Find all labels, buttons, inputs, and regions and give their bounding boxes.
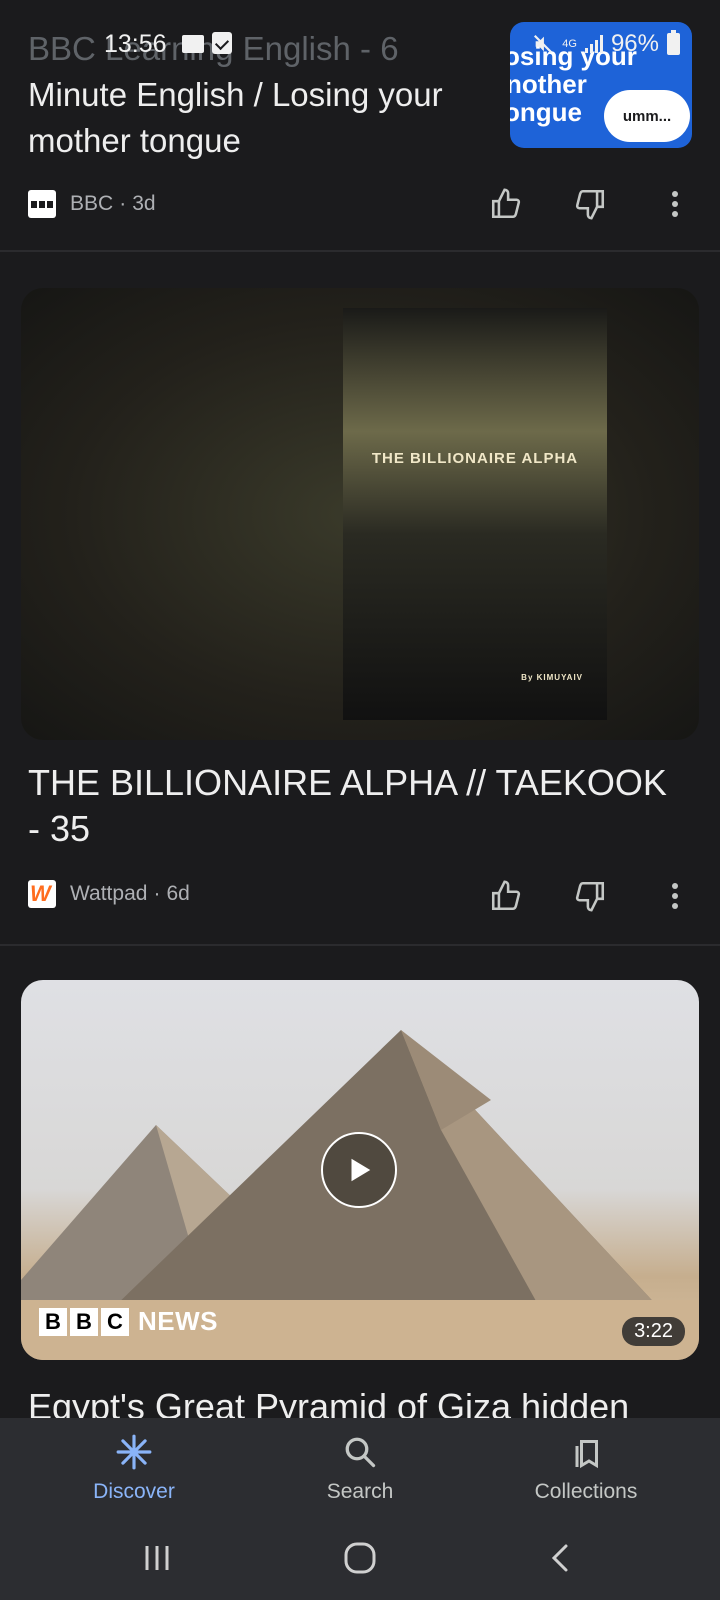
discover-icon: [116, 1434, 152, 1470]
back-icon: [551, 1544, 568, 1572]
nav-discover[interactable]: Discover: [54, 1432, 214, 1504]
dislike-button[interactable]: [570, 184, 610, 224]
article-title-text: Minute English / Losing your mother tong…: [28, 76, 443, 159]
status-system-icons: 4G 96%: [532, 30, 680, 58]
status-time: 13:56: [104, 30, 167, 58]
status-notification-icons: [182, 32, 232, 54]
home-button[interactable]: [338, 1538, 382, 1578]
like-button[interactable]: [486, 876, 526, 916]
thumbs-down-icon: [575, 189, 605, 220]
nav-label: Discover: [93, 1480, 175, 1503]
bbc-news-logo: B B C NEWS: [39, 1306, 218, 1337]
search-icon: [345, 1437, 376, 1468]
nav-label: Search: [326, 1480, 394, 1503]
nav-collections[interactable]: Collections: [506, 1432, 666, 1504]
source-name: Wattpad: [70, 882, 148, 905]
recent-apps-icon: [145, 1546, 169, 1570]
wattpad-logo-icon: [28, 880, 56, 908]
divider: [0, 944, 720, 946]
bottom-navigation: Discover Search Collections: [0, 1418, 720, 1518]
source-name: BBC: [70, 192, 114, 215]
mute-icon: [534, 34, 553, 54]
nav-search[interactable]: Search: [280, 1432, 440, 1504]
article-meta: BBC · 3d: [28, 190, 156, 218]
thumbnail-text: ongue: [510, 97, 582, 127]
more-vert-icon: [672, 191, 678, 217]
more-options-button[interactable]: [655, 876, 695, 916]
thumbs-up-icon: [491, 188, 521, 219]
play-icon: [351, 1158, 371, 1182]
bbc-logo-news: NEWS: [138, 1306, 218, 1336]
folder-icon: [182, 35, 204, 53]
back-button[interactable]: [538, 1538, 582, 1578]
article-age: 6d: [166, 882, 190, 905]
signal-icon: [584, 35, 603, 53]
article-title[interactable]: BBC Learning English - 6 Minute English …: [28, 26, 478, 164]
video-duration: 3:22: [622, 1317, 685, 1346]
thumbnail-text: nother: [510, 69, 587, 99]
dislike-button[interactable]: [570, 876, 610, 916]
book-cover-title: THE BILLIONAIRE ALPHA: [371, 450, 579, 467]
play-button[interactable]: [321, 1132, 397, 1208]
recent-apps-button[interactable]: [135, 1538, 179, 1578]
article-title[interactable]: THE BILLIONAIRE ALPHA // TAEKOOK - 35: [28, 760, 688, 852]
more-options-button[interactable]: [655, 184, 695, 224]
article-meta: Wattpad · 6d: [28, 880, 190, 908]
more-vert-icon: [672, 883, 678, 909]
system-navigation-bar: [0, 1518, 720, 1600]
video-thumbnail[interactable]: B B C NEWS 3:22: [21, 980, 699, 1360]
checkbox-notification-icon: [212, 32, 232, 54]
book-cover: THE BILLIONAIRE ALPHA By KIMUYAIV: [343, 308, 607, 720]
article-title[interactable]: Egypt's Great Pyramid of Giza hidden: [28, 1384, 688, 1418]
meta-separator: ·: [119, 192, 127, 215]
article-age: 3d: [132, 192, 156, 215]
nav-label: Collections: [534, 1480, 638, 1503]
book-cover-author: By KIMUYAIV: [521, 673, 583, 682]
bbc-logo-letter: B: [39, 1307, 67, 1336]
article-hero-image[interactable]: THE BILLIONAIRE ALPHA By KIMUYAIV: [21, 288, 699, 740]
like-button[interactable]: [486, 184, 526, 224]
divider: [0, 250, 720, 252]
battery-percent: 96%: [610, 30, 659, 57]
thumbnail-speech-bubble: umm...: [604, 90, 690, 142]
home-icon: [344, 1542, 376, 1574]
bbc-logo-icon: [28, 190, 56, 218]
collections-icon: [575, 1440, 598, 1469]
bbc-logo-letter: C: [101, 1307, 129, 1336]
battery-icon: [667, 30, 680, 55]
network-type: 4G: [562, 38, 577, 50]
meta-separator: ·: [153, 882, 161, 905]
bbc-logo-letter: B: [70, 1307, 98, 1336]
thumbs-up-icon: [491, 880, 521, 911]
thumbs-down-icon: [575, 881, 605, 912]
